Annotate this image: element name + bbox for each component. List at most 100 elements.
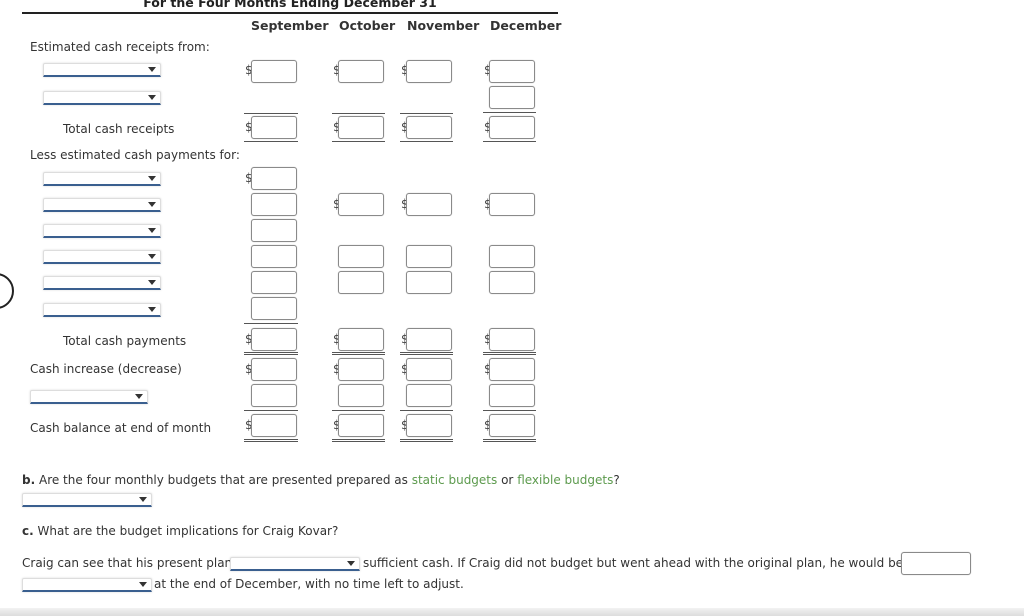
cash-increase-december-input[interactable] — [489, 358, 535, 381]
payment-3-september-input[interactable] — [251, 219, 297, 242]
flexible-budgets-link[interactable]: flexible budgets — [517, 473, 613, 487]
cash-balance-december-input[interactable] — [489, 414, 535, 437]
subtotal-rule — [400, 113, 453, 114]
budget-type-select[interactable] — [22, 493, 152, 507]
subtotal-rule — [483, 112, 536, 113]
total-rule — [400, 141, 453, 142]
payment-2-september-input[interactable] — [251, 193, 297, 216]
total-payments-december-input[interactable] — [489, 328, 535, 351]
double-rule — [244, 439, 298, 442]
total-payments-september-input[interactable] — [251, 328, 297, 351]
payment-2-november-input[interactable] — [406, 193, 452, 216]
receipt-1-september-input[interactable] — [251, 60, 297, 83]
dropdown-arrow-icon — [148, 280, 156, 285]
payment-5-september-input[interactable] — [251, 271, 297, 294]
cash-increase-september-input[interactable] — [251, 358, 297, 381]
cash-balance-october-input[interactable] — [338, 414, 384, 437]
dropdown-arrow-icon — [139, 582, 147, 587]
column-header-december: December — [490, 18, 562, 33]
dropdown-arrow-icon — [135, 394, 143, 399]
dropdown-arrow-icon — [148, 228, 156, 233]
payment-6-september-input[interactable] — [251, 297, 297, 320]
question-b-text: Are the four monthly budgets that are pr… — [38, 473, 408, 487]
payment-4-november-input[interactable] — [406, 245, 452, 268]
subtotal-rule — [244, 113, 298, 114]
total-payments-november-input[interactable] — [406, 328, 452, 351]
total-rule — [244, 141, 298, 142]
subtotal-rule — [332, 113, 385, 114]
subtotal-rule — [483, 410, 536, 411]
static-budgets-link[interactable]: static budgets — [412, 473, 498, 487]
cash-balance-item-select[interactable] — [30, 390, 148, 404]
dropdown-arrow-icon — [148, 254, 156, 259]
receipt-source-select-2[interactable] — [43, 91, 161, 105]
payment-5-november-input[interactable] — [406, 271, 452, 294]
double-rule — [483, 439, 536, 442]
subtotal-rule — [244, 323, 298, 324]
total-rule — [483, 352, 536, 355]
payment-5-october-input[interactable] — [338, 271, 384, 294]
double-rule — [400, 439, 453, 442]
total-payments-october-input[interactable] — [338, 328, 384, 351]
total-receipts-november-input[interactable] — [406, 116, 452, 139]
dropdown-arrow-icon — [148, 202, 156, 207]
subtotal-rule — [400, 410, 453, 411]
total-rule — [483, 141, 536, 142]
column-header-october: October — [339, 18, 396, 33]
payment-item-select-3[interactable] — [43, 224, 161, 238]
double-rule — [332, 439, 385, 442]
beginning-balance-december-input[interactable] — [489, 384, 535, 407]
answer-part-3: at the end of December, with no time lef… — [154, 577, 464, 591]
question-c-letter: c. — [22, 524, 34, 538]
payment-4-september-input[interactable] — [251, 245, 297, 268]
cash-increase-label: Cash increase (decrease) — [30, 362, 182, 376]
cash-increase-october-input[interactable] — [338, 358, 384, 381]
receipt-2-december-input[interactable] — [489, 86, 535, 109]
payment-item-select-1[interactable] — [43, 172, 161, 186]
december-deficit-amount-input[interactable] — [901, 552, 971, 575]
dropdown-arrow-icon — [148, 67, 156, 72]
total-receipts-september-input[interactable] — [251, 116, 297, 139]
cash-balance-september-input[interactable] — [251, 414, 297, 437]
subtotal-rule — [332, 410, 385, 411]
column-header-september: September — [251, 18, 329, 33]
total-receipts-october-input[interactable] — [338, 116, 384, 139]
receipts-section-label: Estimated cash receipts from: — [30, 40, 210, 54]
receipt-1-october-input[interactable] — [338, 60, 384, 83]
dropdown-arrow-icon — [347, 561, 355, 566]
side-navigation-circle-icon[interactable] — [0, 273, 14, 309]
dropdown-arrow-icon — [148, 95, 156, 100]
question-b: b. Are the four monthly budgets that are… — [22, 473, 620, 487]
beginning-balance-october-input[interactable] — [338, 384, 384, 407]
payment-1-september-input[interactable] — [251, 167, 297, 190]
cash-increase-november-input[interactable] — [406, 358, 452, 381]
beginning-balance-september-input[interactable] — [251, 384, 297, 407]
beginning-balance-november-input[interactable] — [406, 384, 452, 407]
bottom-scroll-edge — [0, 608, 1024, 616]
payment-4-october-input[interactable] — [338, 245, 384, 268]
question-b-or: or — [501, 473, 514, 487]
column-header-november: November — [407, 18, 480, 33]
cash-balance-november-input[interactable] — [406, 414, 452, 437]
payment-item-select-5[interactable] — [43, 276, 161, 290]
receipt-1-november-input[interactable] — [406, 60, 452, 83]
total-cash-payments-label: Total cash payments — [63, 334, 187, 348]
total-cash-receipts-label: Total cash receipts — [63, 122, 175, 136]
total-rule — [400, 352, 453, 355]
payment-item-select-2[interactable] — [43, 198, 161, 212]
question-b-letter: b. — [22, 473, 36, 487]
payment-2-october-input[interactable] — [338, 193, 384, 216]
cash-position-select[interactable] — [22, 578, 152, 592]
total-rule — [244, 352, 298, 355]
payment-2-december-input[interactable] — [489, 193, 535, 216]
receipt-1-december-input[interactable] — [489, 60, 535, 83]
receipt-source-select-1[interactable] — [43, 63, 161, 77]
total-receipts-december-input[interactable] — [489, 116, 535, 139]
answer-part-2: sufficient cash. If Craig did not budget… — [363, 556, 915, 570]
plan-sufficiency-select[interactable] — [230, 557, 360, 571]
payment-item-select-4[interactable] — [43, 250, 161, 264]
answer-part-1: Craig can see that his present plan — [22, 556, 233, 570]
payment-4-december-input[interactable] — [489, 245, 535, 268]
payment-5-december-input[interactable] — [489, 271, 535, 294]
payment-item-select-6[interactable] — [43, 303, 161, 317]
